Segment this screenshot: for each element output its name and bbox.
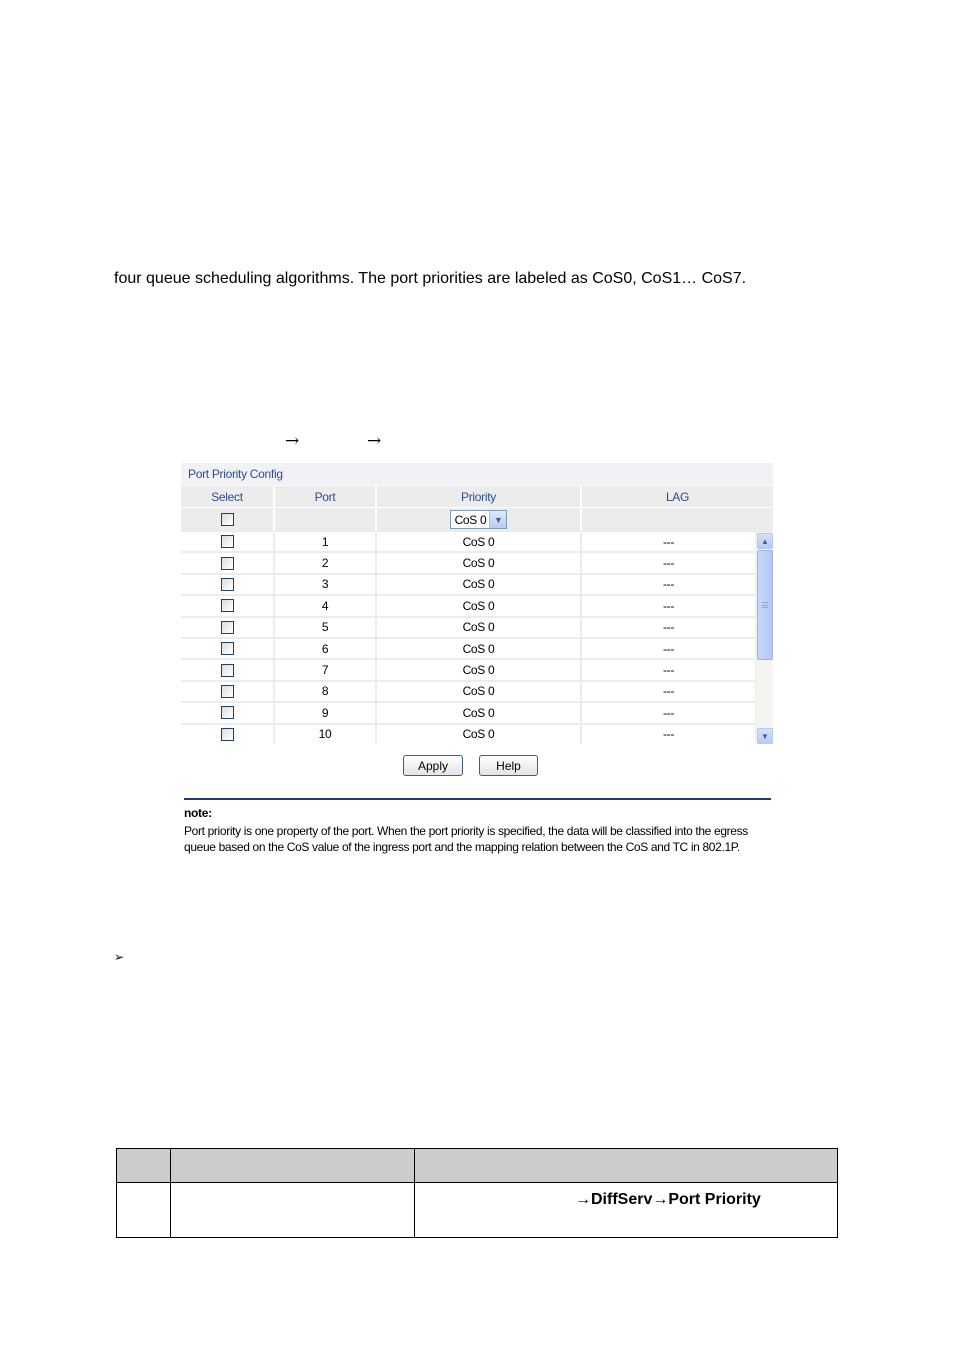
lag-cell: --- (662, 705, 675, 720)
priority-cell: CoS 0 (377, 703, 582, 723)
priority-cell: CoS 0 (377, 681, 582, 702)
scroll-down-icon[interactable]: ▼ (757, 728, 773, 744)
vertical-scrollbar[interactable]: ▲ ▼ (755, 532, 773, 744)
chevron-down-icon[interactable]: ▼ (489, 511, 507, 528)
table-header: Select Port Priority LAG (181, 485, 773, 507)
table-row: 5 CoS 0 --- (181, 617, 755, 639)
lag-cell: --- (662, 641, 675, 656)
lag-cell: --- (662, 598, 675, 613)
bulk-edit-row: CoS 0 ▼ (181, 507, 773, 531)
priority-cell: CoS 0 (377, 724, 582, 744)
port-table-body: 1 CoS 0 --- 2 CoS 0 --- 3 CoS 0 --- 4 CoS 0 --- 5 CoS… (181, 531, 773, 744)
port-select-checkbox[interactable] (220, 556, 234, 570)
priority-cell: CoS 0 (377, 553, 582, 573)
header-lag: LAG (665, 489, 690, 504)
scroll-up-icon[interactable]: ▲ (757, 533, 773, 549)
header-priority: Priority (377, 486, 582, 507)
note-text: Port priority is one property of the por… (184, 824, 748, 854)
port-cell: 4 (275, 596, 377, 616)
port-cell: 7 (275, 660, 377, 680)
table-row: 6 CoS 0 --- (181, 638, 755, 661)
bullet-arrow-icon: ➢ (114, 950, 125, 964)
bulk-priority-value: CoS 0 (454, 512, 487, 527)
lag-cell: --- (662, 534, 675, 549)
priority-cell: CoS 0 (377, 574, 582, 595)
button-bar: Apply Help (403, 755, 538, 776)
table-row: 7 CoS 0 --- (181, 660, 755, 682)
table-row: 4 CoS 0 --- (181, 596, 755, 618)
grip-icon (762, 602, 768, 608)
scroll-thumb[interactable] (757, 550, 773, 660)
lag-cell: --- (662, 556, 675, 571)
header-port: Port (275, 486, 377, 507)
port-select-checkbox[interactable] (220, 663, 234, 677)
port-select-checkbox[interactable] (220, 706, 234, 720)
port-select-checkbox[interactable] (220, 684, 234, 698)
port-cell: 5 (275, 617, 377, 637)
port-select-checkbox[interactable] (220, 642, 234, 656)
priority-cell: CoS 0 (377, 617, 582, 637)
port-priority-config-panel: Port Priority Config Select Port Priorit… (181, 463, 773, 744)
table-row: 3 CoS 0 --- (181, 574, 755, 597)
doc-steps-table: →DiffServ→Port Priority (116, 1148, 838, 1238)
port-select-checkbox[interactable] (220, 727, 234, 741)
doc-paragraph-line: four queue scheduling algorithms. The po… (114, 270, 747, 287)
note-title: note: (184, 806, 212, 820)
help-button[interactable]: Help (479, 755, 538, 776)
lag-cell: --- (662, 727, 675, 742)
menu-path: →DiffServ→Port Priority (575, 1191, 761, 1208)
priority-cell: CoS 0 (377, 638, 582, 659)
lag-cell: --- (662, 577, 675, 592)
bulk-priority-select[interactable]: CoS 0 ▼ (449, 510, 508, 529)
table-row: 2 CoS 0 --- (181, 553, 755, 575)
apply-button[interactable]: Apply (403, 755, 463, 776)
nav-arrow-1: → (285, 431, 300, 451)
lag-cell: --- (662, 663, 675, 678)
port-cell: 9 (275, 703, 377, 723)
port-select-checkbox[interactable] (220, 535, 234, 549)
header-select: Select (181, 486, 275, 507)
priority-cell: CoS 0 (377, 596, 582, 616)
table-row: 1 CoS 0 --- (181, 532, 755, 554)
port-cell: 1 (275, 532, 377, 552)
table-row: 8 CoS 0 --- (181, 681, 755, 704)
port-cell: 6 (275, 638, 377, 659)
priority-cell: CoS 0 (377, 532, 582, 552)
port-cell: 2 (275, 553, 377, 573)
table-row: 10 CoS 0 --- (181, 724, 755, 744)
doc-table-header (116, 1148, 838, 1183)
panel-title: Port Priority Config (181, 463, 773, 485)
port-select-checkbox[interactable] (220, 620, 234, 634)
note-section: note: Port priority is one property of t… (184, 798, 771, 855)
priority-cell: CoS 0 (377, 660, 582, 680)
nav-arrow-2: → (367, 431, 382, 451)
doc-table-row: →DiffServ→Port Priority (116, 1182, 838, 1238)
lag-cell: --- (662, 620, 675, 635)
lag-cell: --- (662, 684, 675, 699)
port-select-checkbox[interactable] (220, 577, 234, 591)
port-cell: 10 (275, 724, 377, 744)
port-cell: 8 (275, 681, 377, 702)
table-row: 9 CoS 0 --- (181, 703, 755, 725)
select-all-checkbox[interactable] (220, 513, 234, 526)
port-select-checkbox[interactable] (220, 599, 234, 613)
port-cell: 3 (275, 574, 377, 595)
